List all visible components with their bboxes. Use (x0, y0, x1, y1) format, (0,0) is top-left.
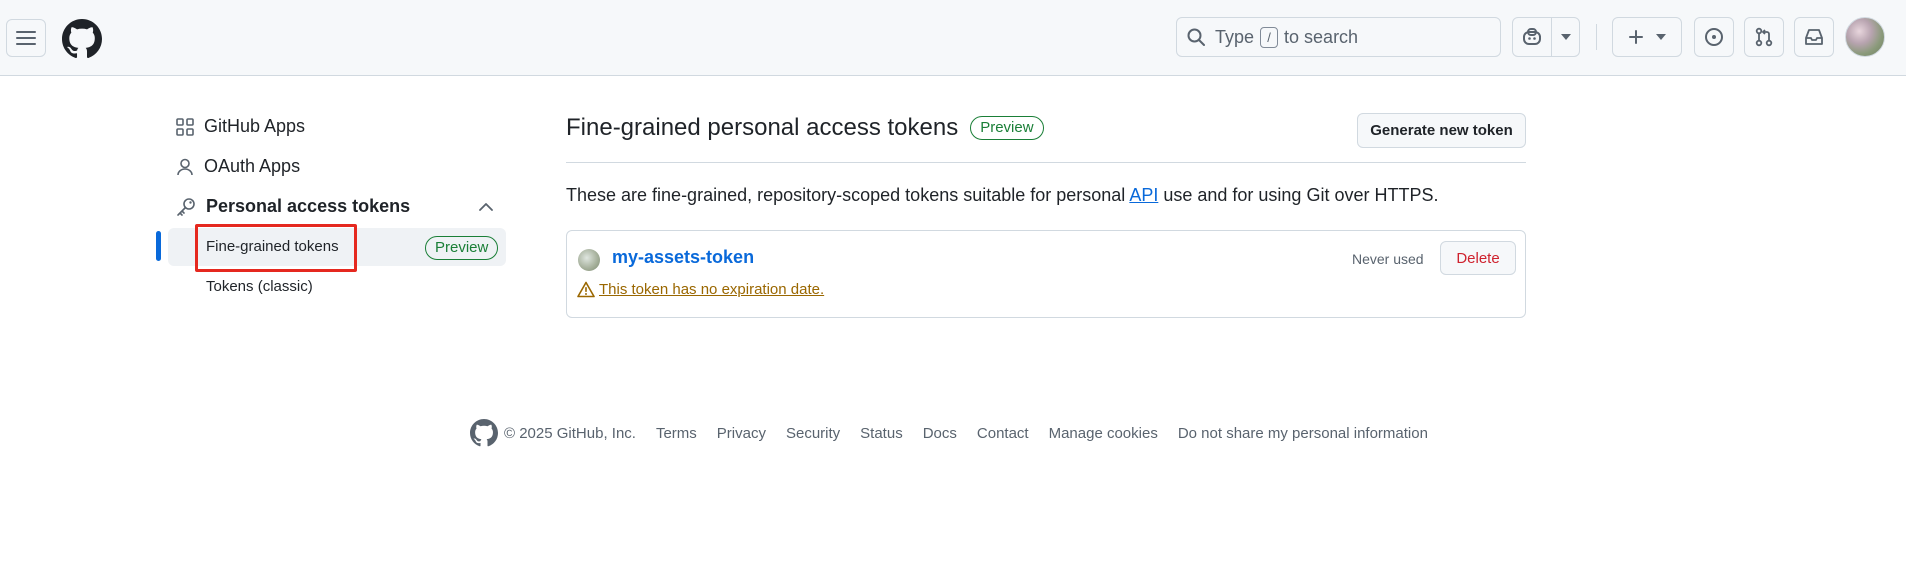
pull-requests-button[interactable] (1744, 17, 1784, 57)
footer-link-contact[interactable]: Contact (977, 425, 1029, 442)
issues-button[interactable] (1694, 17, 1734, 57)
sidebar-item-personal-access-tokens[interactable]: Personal access tokens (176, 196, 410, 217)
plus-icon (1629, 30, 1643, 44)
footer-copyright: © 2025 GitHub, Inc. (504, 424, 636, 442)
sidebar-item-label: OAuth Apps (204, 156, 301, 176)
alert-icon (577, 281, 595, 298)
github-logo-icon[interactable] (470, 419, 498, 447)
inbox-icon (1805, 29, 1823, 45)
sidebar-active-indicator (156, 231, 161, 261)
token-last-used: Never used (1352, 251, 1424, 267)
sidebar-item-oauth-apps[interactable]: OAuth Apps (176, 156, 300, 177)
title-divider (566, 162, 1526, 163)
copilot-icon (1523, 28, 1542, 45)
footer-link-status[interactable]: Status (860, 425, 903, 442)
copilot-button[interactable] (1513, 18, 1553, 56)
search-placeholder-prefix: Type (1215, 26, 1255, 47)
create-new-button[interactable] (1612, 17, 1682, 57)
footer-link-terms[interactable]: Terms (656, 425, 697, 442)
hamburger-icon (16, 31, 36, 45)
footer-link-security[interactable]: Security (786, 425, 840, 442)
menu-button[interactable] (6, 19, 46, 57)
copilot-button-group (1512, 17, 1580, 57)
token-list-item: my-assets-token Never used Delete This t… (566, 230, 1526, 318)
sidebar-item-github-apps[interactable]: GitHub Apps (176, 116, 305, 137)
search-placeholder-suffix: to search (1284, 26, 1359, 47)
preview-badge: Preview (425, 236, 499, 260)
git-pull-request-icon (1755, 27, 1773, 47)
footer-link-manage-cookies[interactable]: Manage cookies (1049, 425, 1158, 442)
token-owner-avatar (578, 249, 600, 271)
top-header: Type / to search (0, 0, 1906, 76)
triangle-down-icon (1560, 34, 1571, 40)
generate-new-token-button[interactable]: Generate new token (1357, 113, 1526, 148)
delete-token-button[interactable]: Delete (1440, 241, 1516, 275)
token-name-link[interactable]: my-assets-token (612, 247, 754, 268)
chevron-up-icon[interactable] (479, 202, 493, 212)
sidebar-subitem-tokens-classic[interactable]: Tokens (classic) (206, 278, 313, 295)
footer-link-docs[interactable]: Docs (923, 425, 957, 442)
sidebar-item-label: GitHub Apps (204, 116, 306, 136)
token-expiration-warning[interactable]: This token has no expiration date. (577, 281, 824, 298)
description-text: These are fine-grained, repository-scope… (566, 185, 1130, 205)
page-description: These are fine-grained, repository-scope… (566, 185, 1438, 206)
footer-link-do-not-share[interactable]: Do not share my personal information (1178, 425, 1428, 442)
search-input[interactable]: Type / to search (1176, 17, 1501, 57)
key-icon (177, 197, 195, 216)
issue-opened-icon (1705, 28, 1723, 46)
footer-link-privacy[interactable]: Privacy (717, 425, 766, 442)
inbox-button[interactable] (1794, 17, 1834, 57)
copilot-dropdown-button[interactable] (1552, 18, 1579, 56)
person-icon (177, 158, 193, 175)
user-avatar[interactable] (1845, 17, 1885, 57)
footer: © 2025 GitHub, Inc. Terms Privacy Securi… (470, 419, 1448, 447)
sidebar-item-label: Personal access tokens (206, 196, 411, 216)
api-link[interactable]: API (1129, 185, 1158, 205)
warning-text: This token has no expiration date. (599, 281, 825, 298)
highlight-box (195, 224, 357, 272)
page-title: Fine-grained personal access tokens (566, 114, 959, 141)
description-text: use and for using Git over HTTPS. (1158, 185, 1439, 205)
header-divider (1596, 24, 1597, 50)
page-title-row: Fine-grained personal access tokens Prev… (566, 114, 1044, 142)
preview-badge: Preview (970, 116, 1044, 140)
triangle-down-icon (1656, 34, 1666, 40)
apps-icon (176, 117, 194, 136)
github-logo-icon[interactable] (62, 19, 102, 59)
search-shortcut-key: / (1260, 26, 1279, 48)
search-icon (1187, 28, 1205, 46)
